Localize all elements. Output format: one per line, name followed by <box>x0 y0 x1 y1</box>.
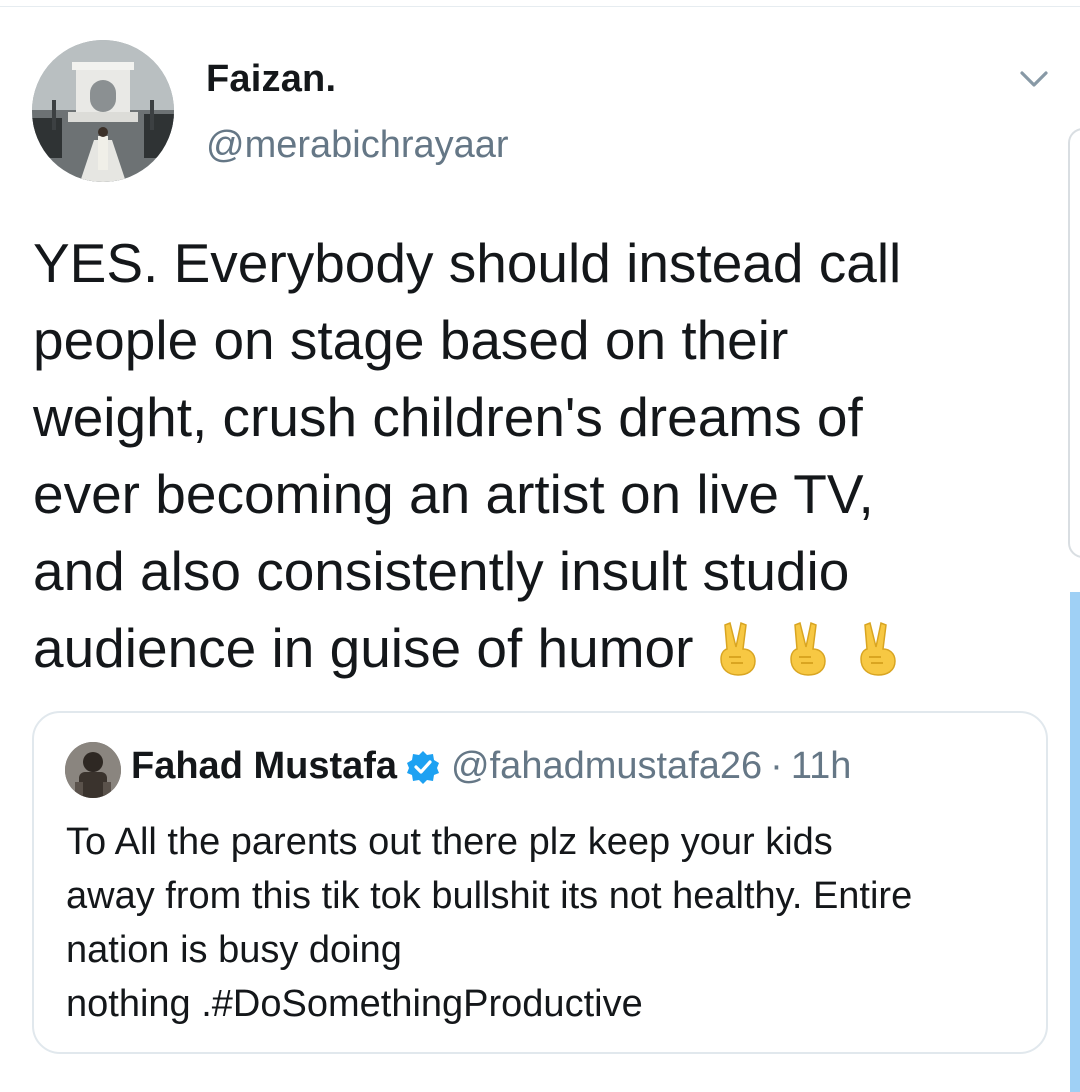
victory-hand-emoji <box>790 621 827 676</box>
side-accent-bar <box>1070 592 1080 1092</box>
tweet-text-line: people on stage based on their <box>33 309 789 371</box>
avatar-photo <box>32 40 174 182</box>
chevron-down-icon[interactable] <box>1016 64 1052 94</box>
quoted-text-line: away from this tik tok bullshit its not … <box>66 875 913 917</box>
quoted-tweet-timestamp[interactable]: 11h <box>791 745 852 788</box>
quoted-avatar-photo <box>65 742 121 798</box>
author-handle[interactable]: @merabichrayaar <box>206 124 509 167</box>
side-panel-edge <box>1068 128 1080 558</box>
quoted-text-line: nothing .#DoSomethingProductive <box>66 983 643 1025</box>
tweet-text: YES. Everybody should instead call peopl… <box>33 225 1033 687</box>
quoted-tweet-card[interactable]: Fahad Mustafa @fahadmustafa26 · 11h To A… <box>32 711 1048 1054</box>
author-avatar[interactable] <box>32 40 174 182</box>
verified-badge-icon <box>407 750 440 784</box>
author-display-name[interactable]: Faizan. <box>206 58 336 101</box>
quoted-text-line: nation is busy doing <box>66 929 402 971</box>
quoted-author-display-name[interactable]: Fahad Mustafa <box>131 745 397 788</box>
tweet-text-line: and also consistently insult studio <box>33 540 850 602</box>
tweet-text-line: ever becoming an artist on live TV, <box>33 463 874 525</box>
tweet-detail-screen: Faizan. @merabichrayaar YES. Everybody s… <box>0 0 1080 1092</box>
top-divider <box>0 6 1080 7</box>
tweet-text-last-line: audience in guise of humor <box>33 610 1033 687</box>
tweet-text-line: YES. Everybody should instead call <box>33 232 902 294</box>
quoted-author-avatar[interactable] <box>65 742 121 798</box>
header-separator: · <box>770 745 783 787</box>
victory-hand-emoji <box>860 621 897 676</box>
quoted-text-line: To All the parents out there plz keep yo… <box>66 821 833 863</box>
quoted-author-handle[interactable]: @fahadmustafa26 <box>451 745 762 788</box>
tweet-text-line: audience in guise of humor <box>33 617 694 679</box>
quoted-tweet-header: Fahad Mustafa @fahadmustafa26 · 11h <box>131 745 851 788</box>
quoted-tweet-text: To All the parents out there plz keep yo… <box>66 815 1036 1031</box>
tweet-text-line: weight, crush children's dreams of <box>33 386 863 448</box>
victory-hand-emoji <box>720 621 757 676</box>
